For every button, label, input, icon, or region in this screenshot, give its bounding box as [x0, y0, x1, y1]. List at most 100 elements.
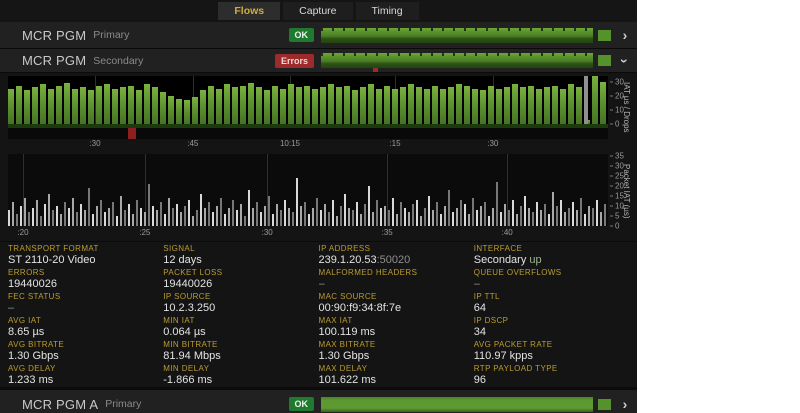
flow-row-mcr-pgm-a-primary[interactable]: MCR PGM A Primary OK ›	[0, 387, 637, 413]
iat-bar	[120, 87, 126, 124]
packet-iat-line	[120, 196, 122, 226]
packet-iat-line	[584, 214, 586, 226]
flow-title: MCR PGM A	[22, 397, 98, 412]
packet-iat-line	[92, 214, 94, 226]
flow-title: MCR PGM	[22, 53, 86, 68]
stat-label: MALFORMED HEADERS	[319, 268, 474, 278]
stat-value: 96	[474, 374, 629, 387]
flow-row-mcr-pgm-secondary[interactable]: MCR PGM Secondary Errors ›	[0, 49, 637, 73]
packet-drop-marker	[128, 128, 136, 139]
flow-row-mcr-pgm-primary[interactable]: MCR PGM Primary OK ›	[0, 22, 637, 49]
packet-iat-line	[40, 216, 42, 226]
stat-label: IP TTL	[474, 292, 629, 302]
iat-bar	[264, 90, 270, 124]
iat-bar	[488, 86, 494, 124]
packet-iat-line	[304, 202, 306, 226]
iat-bar	[232, 87, 238, 124]
iat-bar	[40, 84, 46, 124]
packet-iat-line	[360, 214, 362, 226]
tab-timing[interactable]: Timing	[356, 2, 419, 20]
packet-iat-line	[124, 210, 126, 226]
sparkline-error-tick	[373, 68, 378, 72]
value-tick-label: 5	[610, 212, 619, 221]
packet-iat-line	[356, 202, 358, 226]
flow-stats-grid: TRANSPORT FORMATST 2110-20 VideoSIGNAL12…	[0, 242, 637, 387]
stat-transport-format: TRANSPORT FORMATST 2110-20 Video	[8, 244, 163, 268]
iat-bar	[160, 92, 166, 124]
stat-label: ERRORS	[8, 268, 163, 278]
stat-label: AVG PACKET RATE	[474, 340, 629, 350]
packet-iat-line	[200, 194, 202, 226]
packet-iat-line	[332, 200, 334, 226]
packet-iat-line	[192, 216, 194, 226]
iat-bar	[520, 87, 526, 124]
iat-bar	[128, 86, 134, 124]
packet-iat-line	[176, 204, 178, 226]
packet-iat-line	[216, 206, 218, 226]
packet-iat-line	[196, 210, 198, 226]
stat-ip-ttl: IP TTL64	[474, 292, 629, 316]
packet-iat-line	[540, 210, 542, 226]
iat-bar	[504, 87, 510, 124]
iat-bar	[424, 89, 430, 124]
tab-flows[interactable]: Flows	[218, 2, 280, 20]
chevron-down-icon[interactable]: ›	[619, 55, 631, 67]
y-axis-label: Packet IAT (µs)	[622, 153, 631, 229]
packet-iat-line	[16, 214, 18, 226]
packet-iat-line	[152, 206, 154, 226]
status-badge-errors: Errors	[275, 54, 314, 68]
iat-bar	[16, 86, 22, 124]
packet-iat-chart-panel: :20:25:30:35:40 35302520151050 Packet IA…	[0, 151, 637, 242]
drops-strip	[8, 128, 608, 139]
stat-label: AVG DELAY	[8, 364, 163, 374]
iat-bar	[288, 84, 294, 124]
packet-iat-line	[320, 210, 322, 226]
sparkline-current-block	[598, 30, 611, 41]
packet-iat-line	[432, 210, 434, 226]
tab-capture[interactable]: Capture	[283, 2, 352, 20]
iat-bar	[24, 90, 30, 124]
packet-iat-line	[336, 216, 338, 226]
packet-iat-line	[144, 212, 146, 226]
stat-mac-source: MAC SOURCE00:90:f9:34:8f:7e	[319, 292, 474, 316]
stat-value: 12 days	[163, 254, 318, 267]
iat-bar	[8, 89, 14, 124]
packet-iat-line	[112, 202, 114, 226]
packet-iat-line	[72, 198, 74, 226]
iat-bar	[432, 86, 438, 124]
y-axis-label: IAT µs / Drops	[622, 75, 631, 139]
time-tick-label: :20	[17, 228, 28, 237]
bitrate-sparkline	[321, 397, 593, 412]
stat-label: IP SOURCE	[163, 292, 318, 302]
stat-signal: SIGNAL12 days	[163, 244, 318, 268]
packet-iat-line	[536, 202, 538, 226]
packet-iat-line	[348, 208, 350, 226]
packet-iat-line	[436, 202, 438, 226]
stat-label: MIN IAT	[163, 316, 318, 326]
iat-bar	[352, 90, 358, 124]
chevron-right-icon[interactable]: ›	[619, 398, 631, 410]
packet-iat-line	[592, 208, 594, 226]
iat-bar	[416, 87, 422, 124]
packet-iat-line	[76, 212, 78, 226]
stat-label: IP DSCP	[474, 316, 629, 326]
packet-iat-line	[492, 208, 494, 226]
screen: FlowsCaptureTiming MCR PGM Primary OK › …	[0, 0, 800, 413]
stat-value: 0.064 µs	[163, 326, 318, 339]
packet-iat-line	[364, 204, 366, 226]
stat-value: 1.30 Gbps	[8, 350, 163, 363]
packet-iat-line	[472, 198, 474, 226]
iat-bar	[88, 90, 94, 124]
playhead-cursor[interactable]	[584, 76, 588, 124]
packet-iat-line	[340, 206, 342, 226]
iat-bar	[80, 87, 86, 124]
stat-label: AVG BITRATE	[8, 340, 163, 350]
bitrate-sparkline	[321, 53, 593, 68]
packet-iat-line	[588, 206, 590, 226]
packet-iat-line	[596, 200, 598, 226]
packet-iat-line	[164, 214, 166, 226]
chevron-right-icon[interactable]: ›	[619, 29, 631, 41]
iat-bar	[152, 87, 158, 124]
flow-monitor-app: FlowsCaptureTiming MCR PGM Primary OK › …	[0, 0, 637, 413]
stat-value: -1.866 ms	[163, 374, 318, 387]
